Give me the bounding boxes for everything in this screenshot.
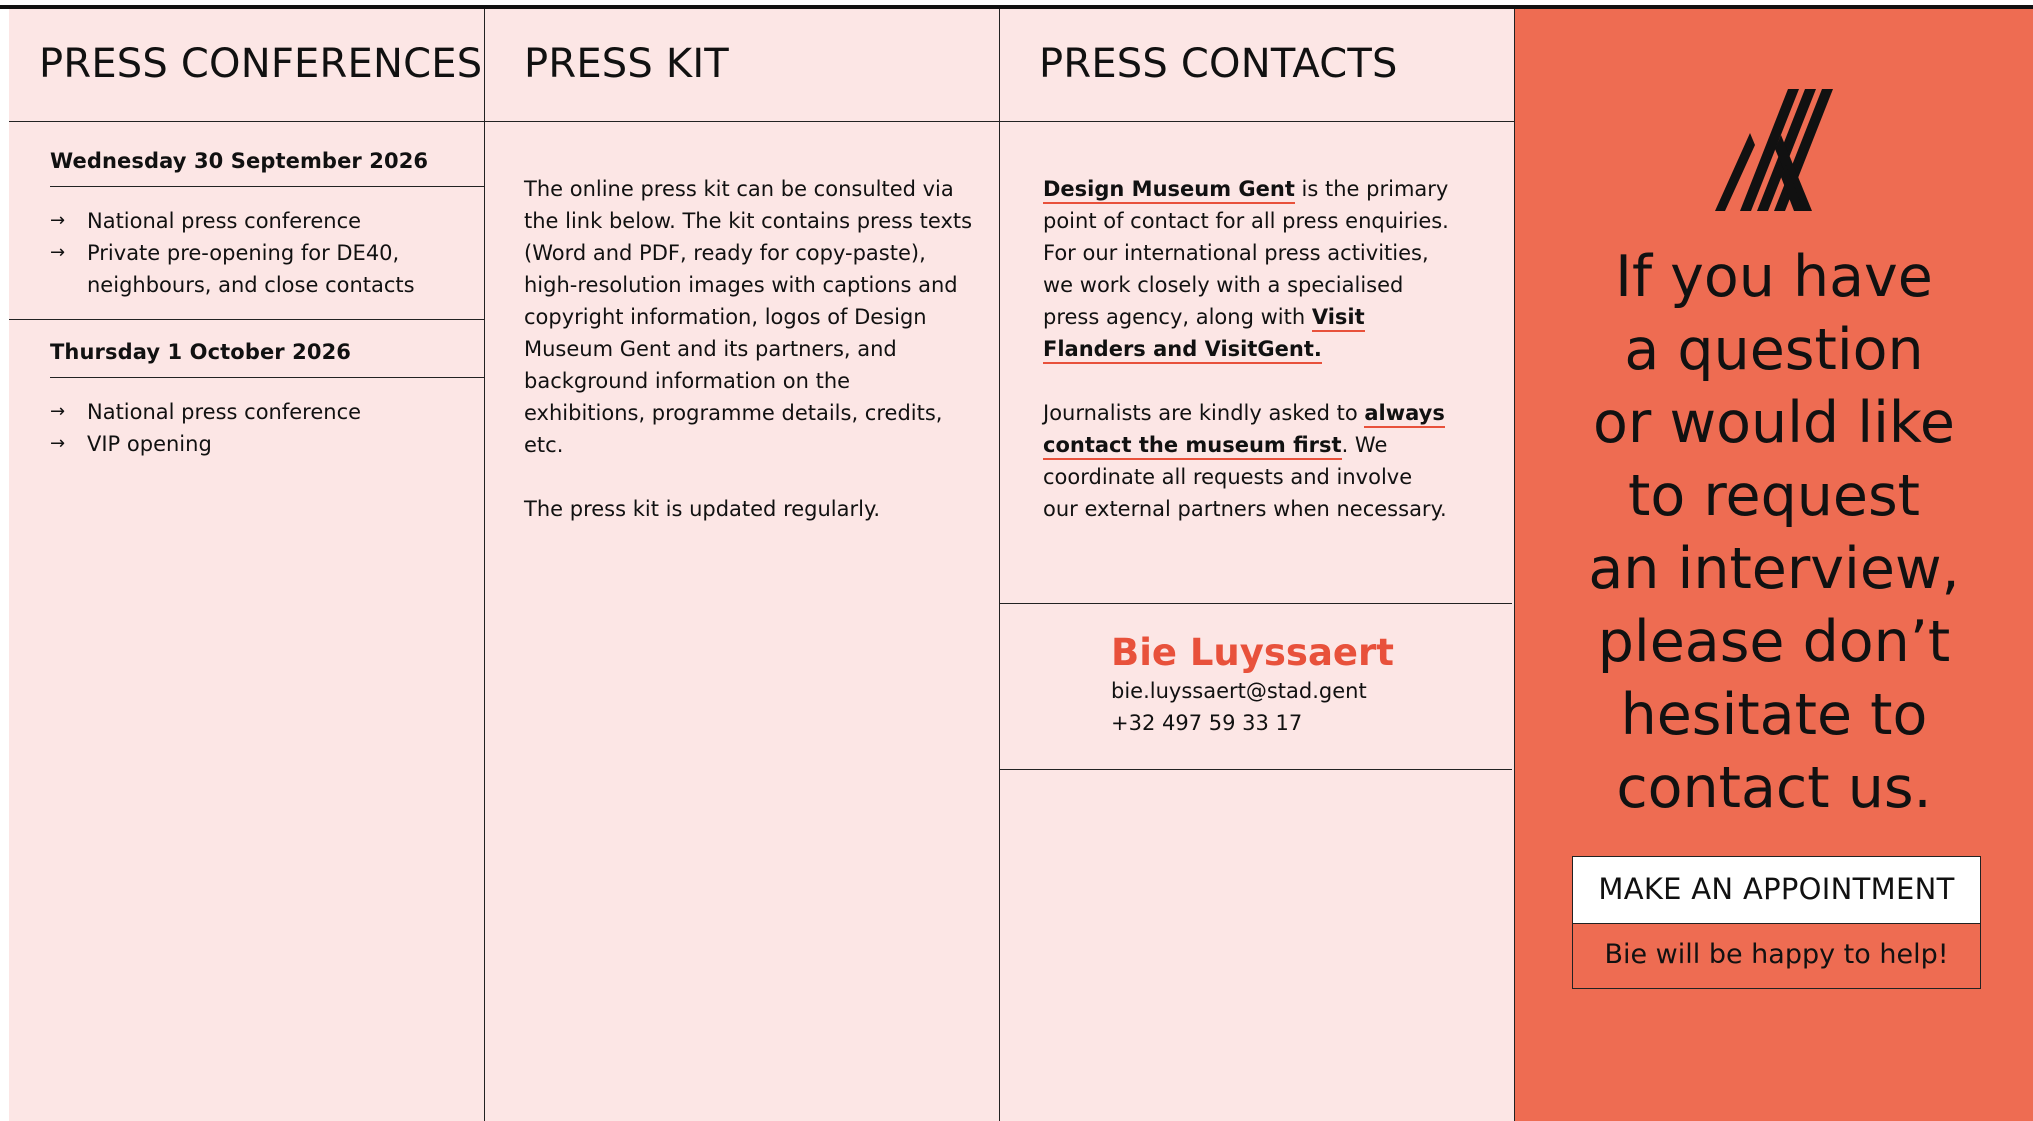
cta-line: hesitate to	[1620, 682, 1928, 748]
press-contacts-body: Design Museum Gent is the primary point …	[1043, 173, 1453, 525]
event-label: VIP opening	[87, 432, 212, 456]
press-conferences-header: PRESS CONFERENCES	[9, 9, 484, 122]
contact-cta-panel: If you have a question or would like to …	[1515, 9, 2033, 1121]
conference-day-date: Thursday 1 October 2026	[50, 320, 485, 378]
cta-line: please don’t	[1597, 609, 1951, 675]
conference-day-2: Thursday 1 October 2026 → National press …	[9, 320, 485, 478]
contact-instructions: Journalists are kindly asked to always c…	[1043, 397, 1453, 525]
appointment-help-text: Bie will be happy to help!	[1572, 924, 1981, 989]
cta-line: a question	[1624, 317, 1924, 383]
contact-instructions-text: Journalists are kindly asked to	[1043, 401, 1365, 425]
press-contacts-header: PRESS CONTACTS	[1000, 9, 1514, 122]
list-item: → National press conference	[50, 396, 484, 428]
cta-line: contact us.	[1616, 755, 1932, 821]
arrow-right-icon: →	[50, 433, 66, 454]
press-contacts-column: PRESS CONTACTS Design Museum Gent is the…	[1000, 9, 1515, 1121]
conference-event-list: → National press conference → VIP opening	[50, 378, 484, 478]
press-kit-body: The online press kit can be consulted vi…	[524, 173, 974, 525]
press-kit-update-note: The press kit is updated regularly.	[524, 497, 881, 521]
cta-line: to request	[1627, 463, 1920, 529]
contact-email[interactable]: bie.luyssaert@stad.gent	[1111, 675, 1394, 707]
contact-intro: Design Museum Gent is the primary point …	[1043, 173, 1453, 365]
arrow-right-icon: →	[50, 401, 66, 422]
conference-day-1: Wednesday 30 September 2026 → National pr…	[9, 122, 485, 320]
press-kit-description: The online press kit can be consulted vi…	[524, 177, 973, 457]
cta-line: an interview,	[1588, 536, 1960, 602]
divider	[1000, 603, 1512, 604]
event-label: National press conference	[87, 209, 362, 233]
top-border	[0, 0, 2033, 9]
make-appointment-button[interactable]: MAKE AN APPOINTMENT	[1572, 856, 1981, 924]
design-museum-gent-logo-icon	[1715, 89, 1833, 215]
press-contacts-title: PRESS CONTACTS	[1039, 41, 1398, 87]
list-item: → Private pre-opening for DE40, neighbour…	[50, 237, 457, 301]
press-conferences-column: PRESS CONFERENCES Wednesday 30 September…	[9, 9, 485, 1121]
cta-line: or would like	[1593, 390, 1955, 456]
arrow-right-icon: →	[50, 242, 66, 263]
arrow-right-icon: →	[50, 210, 66, 231]
contact-name: Bie Luyssaert	[1111, 631, 1394, 674]
list-item: → National press conference	[50, 205, 484, 237]
contact-phone[interactable]: +32 497 59 33 17	[1111, 707, 1394, 739]
list-item: → VIP opening	[50, 428, 484, 460]
appointment-box: MAKE AN APPOINTMENT Bie will be happy to…	[1572, 856, 1981, 989]
divider	[1000, 769, 1512, 770]
press-kit-header: PRESS KIT	[485, 9, 999, 122]
contact-cta-text: If you have a question or would like to …	[1515, 241, 2033, 825]
press-kit-column: PRESS KIT The online press kit can be co…	[485, 9, 1000, 1121]
conference-day-date: Wednesday 30 September 2026	[50, 122, 485, 187]
event-label: National press conference	[87, 400, 362, 424]
press-kit-title: PRESS KIT	[524, 41, 729, 87]
press-contact-card: Bie Luyssaert bie.luyssaert@stad.gent +3…	[1111, 631, 1394, 739]
event-label: Private pre-opening for DE40, neighbours…	[87, 241, 415, 297]
press-conferences-title: PRESS CONFERENCES	[39, 41, 483, 87]
design-museum-gent-link[interactable]: Design Museum Gent	[1043, 177, 1295, 204]
cta-line: If you have	[1615, 244, 1933, 310]
conference-event-list: → National press conference → Private pre-…	[50, 187, 484, 319]
